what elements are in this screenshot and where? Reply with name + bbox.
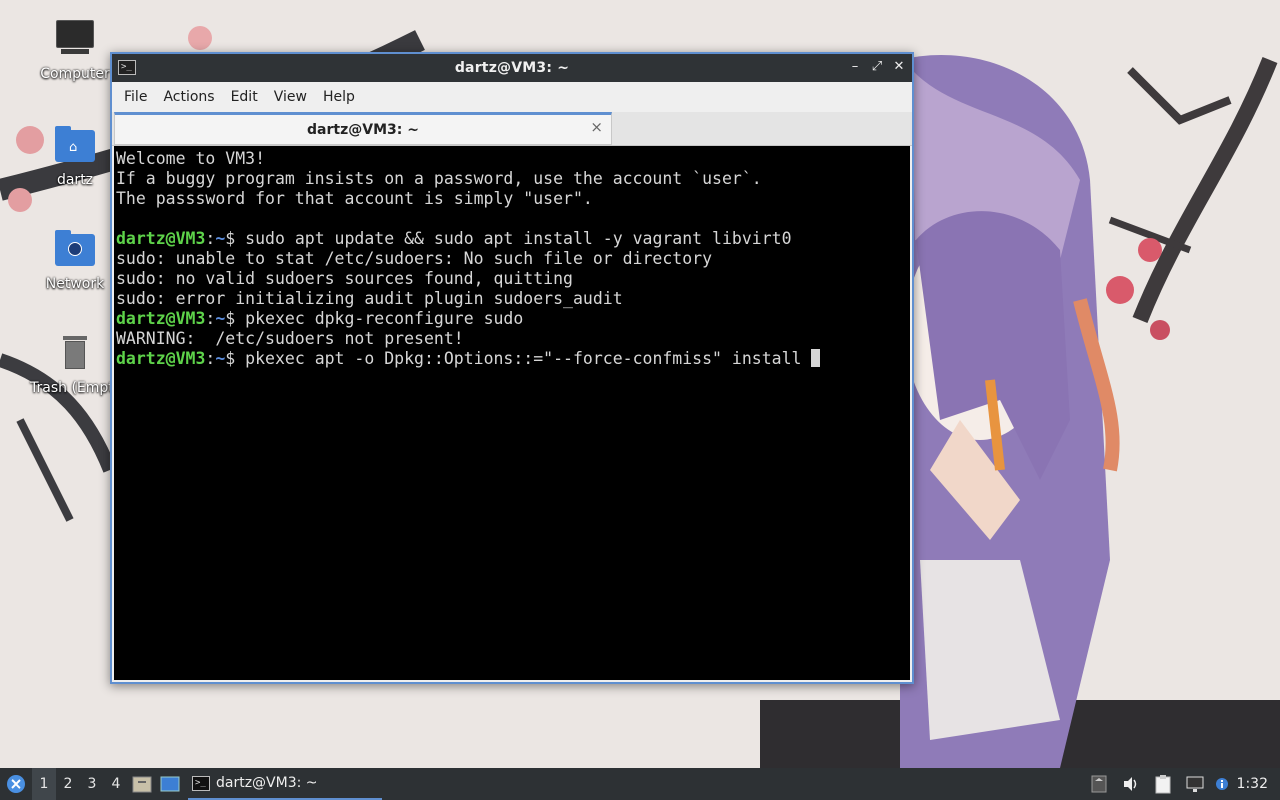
file-manager-launcher[interactable] <box>128 768 156 800</box>
start-menu-button[interactable] <box>0 768 32 800</box>
output-text: sudo: no valid sudoers sources found, qu… <box>116 269 573 288</box>
tray-volume[interactable] <box>1115 768 1147 800</box>
workspace-2[interactable]: 2 <box>56 768 80 800</box>
workspace-1[interactable]: 1 <box>32 768 56 800</box>
menu-actions[interactable]: Actions <box>155 89 222 105</box>
menu-bar: File Actions Edit View Help <box>112 82 912 112</box>
terminal-line: dartz@VM3:~$ pkexec apt -o Dpkg::Options… <box>116 349 910 369</box>
computer-icon <box>53 18 97 62</box>
minimize-button[interactable]: – <box>846 58 864 76</box>
desktop-icon <box>160 776 180 792</box>
prompt-user: dartz@VM3 <box>116 349 206 368</box>
terminal-cursor <box>811 349 821 367</box>
terminal-line: dartz@VM3:~$ pkexec dpkg-reconfigure sud… <box>116 309 910 329</box>
trash-icon <box>53 332 97 376</box>
clock[interactable]: 1:32 <box>1233 776 1280 792</box>
tray-notification[interactable] <box>1211 768 1233 800</box>
prompt-symbol: $ <box>225 309 246 328</box>
output-text: sudo: error initializing audit plugin su… <box>116 289 623 308</box>
desktop-icon-label: Network <box>45 276 105 292</box>
terminal-line: Welcome to VM3! <box>116 149 910 169</box>
system-tray: 1:32 <box>1083 768 1280 800</box>
command-text: sudo apt update && sudo apt install -y v… <box>245 229 792 248</box>
network-folder-icon <box>53 228 97 272</box>
prompt-symbol: $ <box>225 229 246 248</box>
output-text: The passsword for that account is simply… <box>116 189 593 208</box>
drive-icon <box>1091 775 1107 793</box>
menu-help[interactable]: Help <box>315 89 363 105</box>
tray-storage[interactable] <box>1083 768 1115 800</box>
desktop-icon-network[interactable]: Network <box>30 228 120 292</box>
prompt-separator: : <box>205 349 216 368</box>
volume-icon <box>1123 777 1136 791</box>
tab-close-icon[interactable]: × <box>590 118 603 136</box>
info-icon <box>1215 778 1228 790</box>
file-cabinet-icon <box>132 776 152 793</box>
desktop-icon-trash[interactable]: Trash (Empty) <box>30 332 128 396</box>
taskbar-item-terminal[interactable]: >_ dartz@VM3: ~ <box>188 768 382 800</box>
workspace-3[interactable]: 3 <box>80 768 104 800</box>
prompt-path: ~ <box>215 309 226 328</box>
menu-edit[interactable]: Edit <box>223 89 266 105</box>
show-desktop-button[interactable] <box>156 768 184 800</box>
maximize-button[interactable]: ⤢ <box>868 58 886 76</box>
home-folder-icon: ⌂ <box>53 124 97 168</box>
terminal-tab[interactable]: dartz@VM3: ~ × <box>114 112 612 145</box>
close-button[interactable]: ✕ <box>890 58 908 76</box>
prompt-separator: : <box>205 229 216 248</box>
tray-network[interactable] <box>1179 768 1211 800</box>
tray-clipboard[interactable] <box>1147 768 1179 800</box>
terminal-line: The passsword for that account is simply… <box>116 189 910 209</box>
desktop-icon-label: dartz <box>56 172 94 188</box>
output-text: WARNING: /etc/sudoers not present! <box>116 329 464 348</box>
taskbar-item-label: dartz@VM3: ~ <box>216 775 318 791</box>
terminal-line: If a buggy program insists on a password… <box>116 169 910 189</box>
app-menu-icon <box>7 775 25 793</box>
tab-label: dartz@VM3: ~ <box>307 121 419 138</box>
terminal-output[interactable]: Welcome to VM3! If a buggy program insist… <box>114 146 910 680</box>
desktop-icon-home[interactable]: ⌂ dartz <box>30 124 120 188</box>
output-text: If a buggy program insists on a password… <box>116 169 762 188</box>
desktop-icon-label: Computer <box>40 66 110 82</box>
prompt-user: dartz@VM3 <box>116 229 206 248</box>
workspace-4[interactable]: 4 <box>104 768 128 800</box>
prompt-path: ~ <box>215 229 226 248</box>
terminal-line: WARNING: /etc/sudoers not present! <box>116 329 910 349</box>
output-text: sudo: unable to stat /etc/sudoers: No su… <box>116 249 713 268</box>
menu-file[interactable]: File <box>116 89 155 105</box>
menu-view[interactable]: View <box>266 89 315 105</box>
output-text: Welcome to VM3! <box>116 149 266 168</box>
prompt-path: ~ <box>215 349 226 368</box>
command-text: pkexec apt -o Dpkg::Options::="--force-c… <box>245 349 812 368</box>
window-titlebar[interactable]: >_ dartz@VM3: ~ – ⤢ ✕ <box>112 54 912 82</box>
terminal-line: dartz@VM3:~$ sudo apt update && sudo apt… <box>116 229 910 249</box>
command-text: pkexec dpkg-reconfigure sudo <box>245 309 524 328</box>
taskbar: 1 2 3 4 >_ dartz@VM3: ~ 1:32 <box>0 768 1280 800</box>
window-title: dartz@VM3: ~ <box>454 60 570 76</box>
network-icon <box>1186 776 1204 792</box>
desktop-icon-label: Trash (Empty) <box>30 380 128 396</box>
terminal-small-icon: >_ <box>192 775 210 791</box>
desktop-icon-computer[interactable]: Computer <box>30 18 120 82</box>
prompt-user: dartz@VM3 <box>116 309 206 328</box>
terminal-line: sudo: error initializing audit plugin su… <box>116 289 910 309</box>
tab-bar: dartz@VM3: ~ × <box>112 112 912 146</box>
prompt-symbol: $ <box>225 349 246 368</box>
terminal-window: >_ dartz@VM3: ~ – ⤢ ✕ File Actions Edit … <box>110 52 914 684</box>
terminal-line: sudo: unable to stat /etc/sudoers: No su… <box>116 249 910 269</box>
clipboard-icon <box>1155 775 1171 794</box>
terminal-line: sudo: no valid sudoers sources found, qu… <box>116 269 910 289</box>
prompt-separator: : <box>205 309 216 328</box>
